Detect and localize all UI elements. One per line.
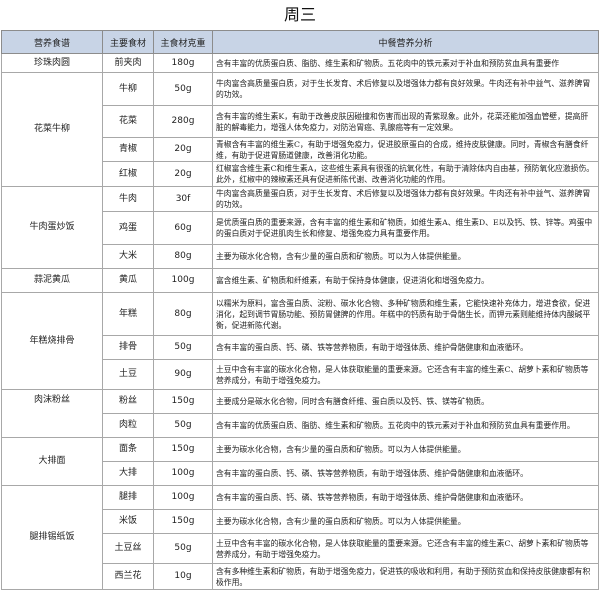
ingredient-cell: 面条 xyxy=(102,437,154,462)
weight-cell: 100g xyxy=(153,461,213,486)
weight-cell: 100g xyxy=(153,485,213,510)
dish-name: 珍珠肉圆 xyxy=(1,53,103,73)
analysis-cell: 含有丰富的优质蛋白质、脂肪、维生素和矿物质。五花肉中的铁元素对于补血和预防贫血具… xyxy=(212,413,599,438)
table-row: 年糕烧排骨 年糕 80g 以糯米为原料，富含蛋白质、淀粉、碳水化合物、多种矿物质… xyxy=(1,292,599,390)
analysis-cell: 红椒富含维生素C和维生素A，这些维生素具有很强的抗氧化性，有助于清除体内自由基，… xyxy=(212,161,599,187)
table-row: 珍珠肉圆 前夹肉 180g 含有丰富的优质蛋白质、脂肪、维生素和矿物质。五花肉中… xyxy=(1,53,599,73)
weight-cell: 150g xyxy=(153,437,213,462)
table-row: 牛肉蛋炒饭 牛肉 30f 牛肉富含高质量蛋白质，对于生长发育、术后修复以及增强体… xyxy=(1,186,599,269)
ingredient-cell: 年糕 xyxy=(102,292,154,336)
weight-cell: 50g xyxy=(153,413,213,438)
table-row: 肉沫粉丝 粉丝 150g 主要成分是碳水化合物，同时含有膳食纤维、蛋白质以及钙、… xyxy=(1,389,599,438)
analysis-cell: 以糯米为原料，富含蛋白质、淀粉、碳水化合物、多种矿物质和维生素，它能快速补充体力… xyxy=(212,292,599,336)
weight-cell: 280g xyxy=(153,105,213,138)
nutrition-table: 营养食谱 主要食材 主食材克重 中餐营养分析 珍珠肉圆 前夹肉 180g 含有丰… xyxy=(1,30,599,590)
ingredient-cell: 土豆丝 xyxy=(102,533,154,564)
ingredient-cell: 排骨 xyxy=(102,335,154,360)
ingredient-cell: 花菜 xyxy=(102,105,154,138)
weight-cell: 50g xyxy=(153,335,213,360)
ingredient-cell: 土豆 xyxy=(102,359,154,390)
ingredient-cell: 前夹肉 xyxy=(102,53,154,73)
ingredient-cell: 青椒 xyxy=(102,137,154,162)
weight-cell: 90g xyxy=(153,359,213,390)
analysis-cell: 主要为碳水化合物，含有少量的蛋白质和矿物质。可以为人体提供能量。 xyxy=(212,437,599,462)
analysis-cell: 土豆中含有丰富的碳水化合物，是人体获取能量的重要来源。它还含有丰富的维生素C、胡… xyxy=(212,533,599,564)
table-row: 花菜牛柳 牛柳 50g 牛肉富含高质量蛋白质，对于生长发育、术后修复以及增强体力… xyxy=(1,72,599,187)
ingredient-cell: 牛柳 xyxy=(102,72,154,106)
ingredient-cell: 米饭 xyxy=(102,509,154,534)
analysis-cell: 主要为碳水化合物，含有少量的蛋白质和矿物质。可以为人体提供能量。 xyxy=(212,244,599,269)
table-header-row: 营养食谱 主要食材 主食材克重 中餐营养分析 xyxy=(1,30,599,54)
ingredient-cell: 大米 xyxy=(102,244,154,269)
ingredient-cell: 肉粒 xyxy=(102,413,154,438)
ingredient-cell: 粉丝 xyxy=(102,389,154,414)
dish-name: 肉沫粉丝 xyxy=(1,389,103,438)
header-analysis: 中餐营养分析 xyxy=(212,30,599,54)
ingredient-cell: 腿排 xyxy=(102,485,154,510)
analysis-cell: 富含维生素、矿物质和纤维素，有助于保持身体健康，促进消化和增强免疫力。 xyxy=(212,268,599,293)
analysis-cell: 含有丰富的蛋白质、钙、磷、铁等营养物质，有助于增强体质、维护骨骼健康和血液循环。 xyxy=(212,485,599,510)
analysis-cell: 主要为碳水化合物，含有少量的蛋白质和矿物质。可以为人体提供能量。 xyxy=(212,509,599,534)
ingredient-cell: 黄瓜 xyxy=(102,268,154,293)
weight-cell: 60g xyxy=(153,211,213,245)
ingredient-cell: 鸡蛋 xyxy=(102,211,154,245)
table-row: 腿排锡纸饭 腿排 100g 含有丰富的蛋白质、钙、磷、铁等营养物质，有助于增强体… xyxy=(1,485,599,590)
weight-cell: 20g xyxy=(153,161,213,187)
header-dish: 营养食谱 xyxy=(1,30,103,54)
analysis-cell: 牛肉富含高质量蛋白质，对于生长发育、术后修复以及增强体力都有良好效果。牛肉还有补… xyxy=(212,186,599,212)
analysis-cell: 含有多种维生素和矿物质，有助于增强免疫力，促进铁的吸收和利用，有助于预防贫血和保… xyxy=(212,563,599,590)
menu-page: { "title": "周三", "headers": ["营养食谱", "主要… xyxy=(0,0,600,590)
dish-name: 腿排锡纸饭 xyxy=(1,485,103,590)
weight-cell: 50g xyxy=(153,72,213,106)
weight-cell: 150g xyxy=(153,509,213,534)
weight-cell: 30f xyxy=(153,186,213,212)
ingredient-cell: 牛肉 xyxy=(102,186,154,212)
analysis-cell: 牛肉富含高质量蛋白质，对于生长发育、术后修复以及增强体力都有良好效果。牛肉还有补… xyxy=(212,72,599,106)
table-row: 大排面 面条 150g 主要为碳水化合物，含有少量的蛋白质和矿物质。可以为人体提… xyxy=(1,437,599,486)
dish-name: 蒜泥黄瓜 xyxy=(1,268,103,293)
analysis-cell: 土豆中含有丰富的碳水化合物，是人体获取能量的重要来源。它还含有丰富的维生素C、胡… xyxy=(212,359,599,390)
dish-name: 花菜牛柳 xyxy=(1,72,103,187)
weight-cell: 80g xyxy=(153,244,213,269)
analysis-cell: 青椒含有丰富的维生素C，有助于增强免疫力，促进胶原蛋白的合成，维持皮肤健康。同时… xyxy=(212,137,599,162)
dish-name: 牛肉蛋炒饭 xyxy=(1,186,103,269)
weight-cell: 80g xyxy=(153,292,213,336)
analysis-cell: 主要成分是碳水化合物，同时含有膳食纤维、蛋白质以及钙、铁、镁等矿物质。 xyxy=(212,389,599,414)
analysis-cell: 含有丰富的蛋白质、钙、磷、铁等营养物质，有助于增强体质、维护骨骼健康和血液循环。 xyxy=(212,461,599,486)
analysis-cell: 含有丰富的蛋白质、钙、磷、铁等营养物质，有助于增强体质、维护骨骼健康和血液循环。 xyxy=(212,335,599,360)
analysis-cell: 含有丰富的优质蛋白质、脂肪、维生素和矿物质。五花肉中的铁元素对于补血和预防贫血具… xyxy=(212,53,599,73)
dish-name: 大排面 xyxy=(1,437,103,486)
analysis-cell: 含有丰富的维生素K，有助于改善皮肤因碰撞和伤害而出现的青紫现象。此外，花菜还能加… xyxy=(212,105,599,138)
weight-cell: 100g xyxy=(153,268,213,293)
weight-cell: 150g xyxy=(153,389,213,414)
table-row: 蒜泥黄瓜 黄瓜 100g 富含维生素、矿物质和纤维素，有助于保持身体健康，促进消… xyxy=(1,268,599,293)
dish-name: 年糕烧排骨 xyxy=(1,292,103,390)
header-weight: 主食材克重 xyxy=(153,30,213,54)
weight-cell: 20g xyxy=(153,137,213,162)
analysis-cell: 是优质蛋白质的重要来源，含有丰富的维生素和矿物质，如维生素A、维生素D、E以及钙… xyxy=(212,211,599,245)
ingredient-cell: 红椒 xyxy=(102,161,154,187)
weight-cell: 50g xyxy=(153,533,213,564)
header-ingredient: 主要食材 xyxy=(102,30,154,54)
weight-cell: 180g xyxy=(153,53,213,73)
weight-cell: 10g xyxy=(153,563,213,590)
ingredient-cell: 大排 xyxy=(102,461,154,486)
ingredient-cell: 西兰花 xyxy=(102,563,154,590)
page-title: 周三 xyxy=(283,5,316,24)
